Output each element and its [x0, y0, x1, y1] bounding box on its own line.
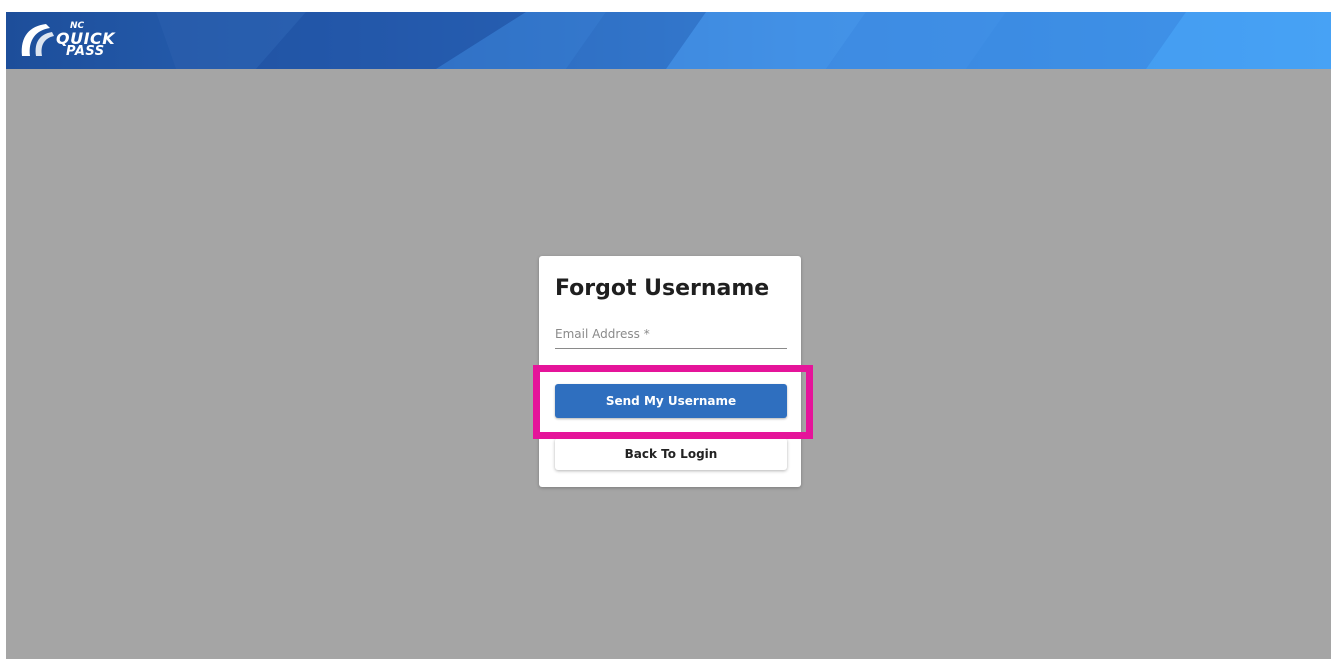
send-my-username-button[interactable]: Send My Username — [555, 384, 787, 418]
forgot-username-card: Forgot Username Send My Username Back To… — [539, 256, 801, 487]
back-to-login-button[interactable]: Back To Login — [555, 438, 787, 470]
card-title: Forgot Username — [555, 276, 770, 301]
site-header: NC QUICK PASS — [6, 12, 1331, 69]
logo-swoosh-icon — [21, 24, 54, 56]
page-frame: NC QUICK PASS Forgot Username Send My Us… — [6, 12, 1331, 659]
header-facets — [156, 12, 1331, 69]
nc-quick-pass-logo[interactable]: NC QUICK PASS — [16, 20, 146, 60]
email-field[interactable] — [555, 320, 787, 349]
logo-pass-text: PASS — [66, 44, 105, 59]
